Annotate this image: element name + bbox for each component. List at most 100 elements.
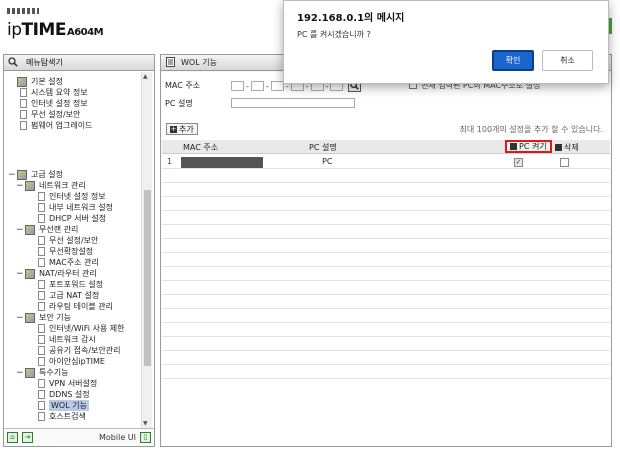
page-icon (20, 121, 27, 130)
page-title: WOL 기능 (181, 58, 217, 67)
page-icon (38, 280, 45, 289)
scroll-thumb[interactable] (144, 190, 151, 366)
table-row (162, 225, 610, 239)
collapse-toggle-icon[interactable]: − (8, 170, 16, 180)
table-row[interactable]: 1 PC ✓ (162, 155, 610, 169)
table-row (162, 337, 610, 351)
home-icon[interactable]: ⌂ (7, 432, 18, 443)
sidebar-item[interactable]: 펌웨어 업그레이드 (20, 120, 92, 131)
page-icon (38, 379, 45, 388)
logo-prefix: ip (7, 20, 22, 40)
collapse-toggle-icon[interactable]: − (16, 225, 24, 235)
power-on-checkbox[interactable]: ✓ (514, 158, 523, 167)
sidebar-item[interactable]: − 보안 기능 (16, 312, 71, 323)
collapse-toggle-icon[interactable]: − (16, 269, 24, 279)
sidebar-item[interactable]: WOL 기능 (38, 400, 89, 411)
collapse-toggle-icon[interactable]: − (16, 313, 24, 323)
table-row (162, 267, 610, 281)
sidebar-item[interactable]: 포트포워드 설정 (38, 279, 103, 290)
sidebar-footer: ⌂ ⇥ Mobile UI ▯ (4, 428, 154, 446)
sidebar-item[interactable]: VPN 서버설정 (38, 378, 97, 389)
logout-icon[interactable]: ⇥ (22, 432, 33, 443)
sidebar-item[interactable]: 무선 설정/보안 (20, 109, 80, 120)
collapse-toggle-icon[interactable]: − (16, 368, 24, 378)
sidebar-item[interactable]: − 특수기능 (16, 367, 68, 378)
mac-octet-2[interactable] (250, 81, 264, 91)
page-icon (38, 401, 45, 410)
logo: ipTIMEA604M (7, 20, 104, 40)
sidebar-item[interactable]: 기본 설정 (8, 76, 63, 87)
sidebar-item[interactable]: 내부 네트워크 설정 (38, 202, 113, 213)
table-row (162, 169, 610, 183)
sidebar-item-label: 시스템 요약 정보 (31, 88, 88, 97)
add-button-label: 추가 (179, 124, 194, 134)
ok-button[interactable]: 확인 (492, 50, 534, 71)
sidebar-item[interactable]: 인터넷 설정 정보 (38, 191, 106, 202)
sidebar-item-label: 무선확장설정 (49, 247, 94, 256)
page-icon (38, 357, 45, 366)
delete-button[interactable]: 삭제 (555, 142, 579, 153)
page-icon (38, 335, 45, 344)
table-row (162, 309, 610, 323)
sidebar-item-label: 공유기 접속/보안관리 (49, 346, 121, 355)
sidebar-item[interactable]: 인터넷 설정 정보 (20, 98, 88, 109)
sidebar-item[interactable]: 아이안심ipTIME (38, 356, 105, 367)
mac-octet-3[interactable] (270, 81, 284, 91)
folder-icon (25, 268, 35, 279)
sidebar-item-label: 특수기능 (39, 368, 69, 377)
limit-notice: 최대 100개의 설정을 추가 할 수 있습니다. (459, 125, 603, 134)
pc-row: PC 설명 (165, 98, 193, 109)
page-icon (20, 88, 27, 97)
sidebar-item[interactable]: 무선 설정/보안 (38, 235, 98, 246)
sidebar-item-label: DHCP 서버 설정 (49, 214, 107, 223)
pc-power-on-label: PC 켜기 (519, 142, 547, 151)
menu-tree: 기본 설정 시스템 요약 정보 인터넷 설정 정보 무선 설정/보안 펌웨어 업그레이드… (4, 72, 142, 428)
logo-model: A604M (66, 27, 104, 38)
sidebar-item[interactable]: − 고급 설정 (8, 169, 63, 180)
row-index: 1 (167, 157, 173, 166)
sidebar-item[interactable]: − NAT/라우터 관리 (16, 268, 97, 279)
sidebar-item[interactable]: 무선확장설정 (38, 246, 93, 257)
sidebar-item-label: 고급 NAT 설정 (49, 291, 100, 300)
page-icon (38, 192, 45, 201)
sidebar-item[interactable]: DDNS 설정 (38, 389, 90, 400)
scroll-down-arrow-icon[interactable]: ▼ (143, 420, 148, 427)
mac-octet-1[interactable] (231, 81, 244, 91)
sidebar-item[interactable]: 인터넷/WiFi 사용 제한 (38, 323, 125, 334)
mobile-ui-link[interactable]: Mobile UI (99, 433, 136, 442)
dialog-message: PC 를 켜시겠습니까 ? (297, 30, 371, 39)
add-button[interactable]: + 추가 (166, 123, 198, 135)
sidebar-item-label: 무선 설정/보안 (49, 236, 99, 245)
delete-checkbox[interactable] (560, 158, 569, 167)
sidebar-item[interactable]: − 무선랜 관리 (16, 224, 78, 235)
pc-description-input[interactable] (231, 98, 355, 108)
sidebar-item[interactable]: 라우팅 테이블 관리 (38, 301, 113, 312)
table-row (162, 365, 610, 379)
sidebar-item-label: 무선랜 관리 (39, 225, 79, 234)
folder-icon (25, 312, 35, 323)
column-mac: MAC 주소 (183, 143, 219, 152)
sidebar-item[interactable]: − 네트워크 관리 (16, 180, 86, 191)
sidebar-item[interactable]: 고급 NAT 설정 (38, 290, 99, 301)
sidebar-item[interactable]: 공유기 접속/보안관리 (38, 345, 120, 356)
collapse-toggle-icon[interactable]: − (16, 181, 24, 191)
sidebar-item[interactable]: 네트워크 감시 (38, 334, 96, 345)
sidebar-scrollbar[interactable]: ▲ ▼ (141, 72, 152, 428)
confirm-dialog: 192.168.0.1의 메시지 PC 를 켜시겠습니까 ? 확인 취소 (283, 0, 609, 84)
table-row (162, 211, 610, 225)
sidebar-item-label: 무선 설정/보안 (31, 110, 81, 119)
scroll-up-arrow-icon[interactable]: ▲ (143, 73, 148, 80)
pc-description-label: PC 설명 (165, 99, 193, 108)
delete-icon (555, 144, 562, 151)
sidebar-item-label: 아이안심ipTIME (49, 357, 105, 366)
page-icon (38, 214, 45, 223)
pc-power-on-button[interactable]: PC 켜기 (505, 140, 552, 153)
sidebar-item-label: 네트워크 관리 (39, 181, 86, 190)
sidebar-item[interactable]: 호스트검색 (38, 411, 86, 422)
sidebar-item[interactable]: MAC주소 관리 (38, 257, 99, 268)
cancel-button[interactable]: 취소 (542, 50, 593, 71)
mobile-icon[interactable]: ▯ (140, 432, 151, 443)
sidebar-item[interactable]: 시스템 요약 정보 (20, 87, 88, 98)
sidebar-item-label: 포트포워드 설정 (49, 280, 104, 289)
sidebar-item[interactable]: DHCP 서버 설정 (38, 213, 106, 224)
